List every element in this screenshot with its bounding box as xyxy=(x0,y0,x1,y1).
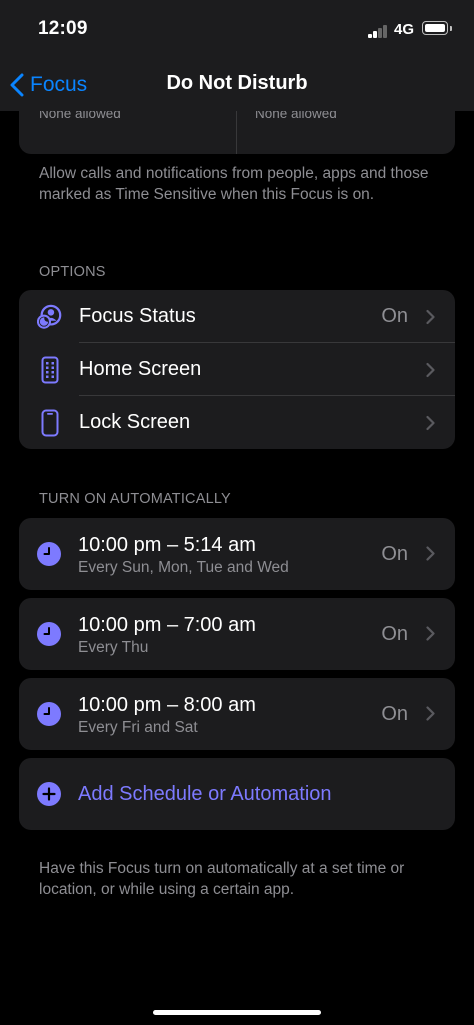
home-screen-icon xyxy=(37,356,63,383)
automation-header: TURN ON AUTOMATICALLY xyxy=(39,491,231,507)
battery-icon xyxy=(422,21,452,35)
allowed-card: None allowed None allowed xyxy=(19,111,455,154)
schedule-time: 10:00 pm – 7:00 am xyxy=(78,614,256,636)
plus-circle-icon xyxy=(37,782,61,806)
options-header: OPTIONS xyxy=(39,264,106,280)
chevron-right-icon xyxy=(426,415,435,430)
home-screen-row[interactable]: Home Screen xyxy=(19,343,455,396)
navigation-bar: 12:09 4G Focus Do Not Disturb xyxy=(0,0,474,111)
add-schedule-button[interactable]: Add Schedule or Automation xyxy=(19,758,455,830)
schedule-days: Every Thu xyxy=(78,639,149,656)
chevron-right-icon xyxy=(426,626,435,641)
allowed-footnote: Allow calls and notifications from peopl… xyxy=(39,165,429,203)
network-type: 4G xyxy=(394,21,415,38)
home-screen-label: Home Screen xyxy=(79,358,202,380)
schedule-status: On xyxy=(381,543,408,565)
lock-screen-icon xyxy=(37,409,63,436)
divider xyxy=(236,111,237,154)
status-bar: 12:09 4G xyxy=(0,0,474,60)
lock-screen-row[interactable]: Lock Screen xyxy=(19,396,455,449)
chevron-right-icon xyxy=(426,546,435,561)
clock-icon xyxy=(37,702,61,726)
chevron-right-icon xyxy=(426,706,435,721)
allowed-people-value[interactable]: None allowed xyxy=(39,111,121,121)
schedule-days: Every Sun, Mon, Tue and Wed xyxy=(78,559,289,576)
status-time: 12:09 xyxy=(38,18,88,39)
schedule-status: On xyxy=(381,703,408,725)
clock-icon xyxy=(37,542,61,566)
chevron-right-icon xyxy=(426,309,435,324)
page-title: Do Not Disturb xyxy=(166,72,308,94)
schedule-row[interactable]: 10:00 pm – 5:14 am Every Sun, Mon, Tue a… xyxy=(19,518,455,590)
schedule-time: 10:00 pm – 8:00 am xyxy=(78,694,256,716)
focus-status-label: Focus Status xyxy=(79,305,196,327)
allowed-apps-value[interactable]: None allowed xyxy=(255,111,337,121)
focus-status-row[interactable]: Focus Status On xyxy=(19,290,455,343)
cellular-signal-icon xyxy=(368,24,390,38)
automation-footnote: Have this Focus turn on automatically at… xyxy=(39,860,405,898)
schedule-days: Every Fri and Sat xyxy=(78,719,198,736)
focus-status-icon xyxy=(37,304,63,330)
schedule-row[interactable]: 10:00 pm – 7:00 am Every Thu On xyxy=(19,598,455,670)
home-indicator[interactable] xyxy=(153,1010,321,1015)
schedule-time: 10:00 pm – 5:14 am xyxy=(78,534,256,556)
options-group: Focus Status On Home Screen Lock Screen xyxy=(19,290,455,449)
add-schedule-label: Add Schedule or Automation xyxy=(78,783,332,805)
chevron-right-icon xyxy=(426,362,435,377)
focus-status-value: On xyxy=(381,305,408,327)
clock-icon xyxy=(37,622,61,646)
schedule-row[interactable]: 10:00 pm – 8:00 am Every Fri and Sat On xyxy=(19,678,455,750)
lock-screen-label: Lock Screen xyxy=(79,411,191,433)
schedule-status: On xyxy=(381,623,408,645)
